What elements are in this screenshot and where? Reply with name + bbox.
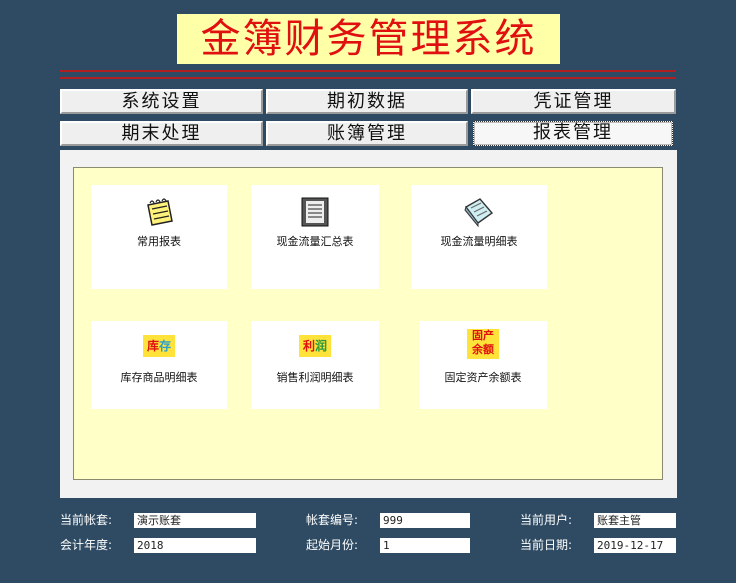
report-card-fixed-assets[interactable]: 固产 余额 固定资产余额表 bbox=[419, 321, 547, 409]
current-user-label: 当前用户: bbox=[520, 513, 573, 527]
report-label: 现金流量明细表 bbox=[440, 235, 518, 248]
report-label: 常用报表 bbox=[137, 235, 181, 248]
report-label: 固定资产余额表 bbox=[444, 371, 522, 384]
account-set-field: 演示账套 bbox=[134, 513, 256, 528]
current-date-field: 2019-12-17 bbox=[594, 538, 676, 553]
account-no-field: 999 bbox=[380, 513, 470, 528]
app-title: 金簿财务管理系统 bbox=[177, 14, 560, 64]
content-panel: 常用报表 现金流量汇总表 现金流量明细表 库存 库存商品明细表 利润 销售利润明… bbox=[60, 150, 677, 498]
tab-period-end[interactable]: 期末处理 bbox=[60, 121, 263, 146]
tab-system-settings[interactable]: 系统设置 bbox=[60, 89, 263, 114]
report-label: 库存商品明细表 bbox=[120, 371, 198, 384]
report-card-cashflow-detail[interactable]: 现金流量明细表 bbox=[411, 185, 547, 289]
tab-ledger-management[interactable]: 账簿管理 bbox=[266, 121, 468, 146]
tab-voucher-management[interactable]: 凭证管理 bbox=[471, 89, 676, 114]
title-rule-bottom bbox=[60, 77, 676, 79]
current-user-field: 账套主管 bbox=[594, 513, 676, 528]
fiscal-year-label: 会计年度: bbox=[60, 538, 113, 552]
title-rule-top bbox=[60, 70, 676, 72]
notepad-icon bbox=[147, 198, 173, 226]
report-card-sales-profit[interactable]: 利润 销售利润明细表 bbox=[251, 321, 379, 409]
report-area: 常用报表 现金流量汇总表 现金流量明细表 库存 库存商品明细表 利润 销售利润明… bbox=[73, 167, 663, 480]
start-month-field: 1 bbox=[380, 538, 470, 553]
account-set-label: 当前帐套: bbox=[60, 513, 113, 527]
report-card-cashflow-summary[interactable]: 现金流量汇总表 bbox=[251, 185, 379, 289]
tab-report-management[interactable]: 报表管理 bbox=[473, 121, 673, 146]
account-no-label: 帐套编号: bbox=[306, 513, 359, 527]
report-card-common[interactable]: 常用报表 bbox=[91, 185, 227, 289]
report-label: 销售利润明细表 bbox=[276, 371, 354, 384]
current-date-label: 当前日期: bbox=[520, 538, 573, 552]
fixed-asset-icon: 固产 余额 bbox=[467, 329, 499, 359]
fiscal-year-field: 2018 bbox=[134, 538, 256, 553]
report-card-inventory[interactable]: 库存 库存商品明细表 bbox=[91, 321, 227, 409]
start-month-label: 起始月份: bbox=[306, 538, 359, 552]
inventory-icon: 库存 bbox=[143, 335, 175, 357]
book-icon bbox=[464, 198, 494, 228]
tab-opening-data[interactable]: 期初数据 bbox=[266, 89, 468, 114]
report-label: 现金流量汇总表 bbox=[276, 235, 354, 248]
document-icon bbox=[301, 197, 329, 227]
profit-icon: 利润 bbox=[299, 335, 331, 357]
